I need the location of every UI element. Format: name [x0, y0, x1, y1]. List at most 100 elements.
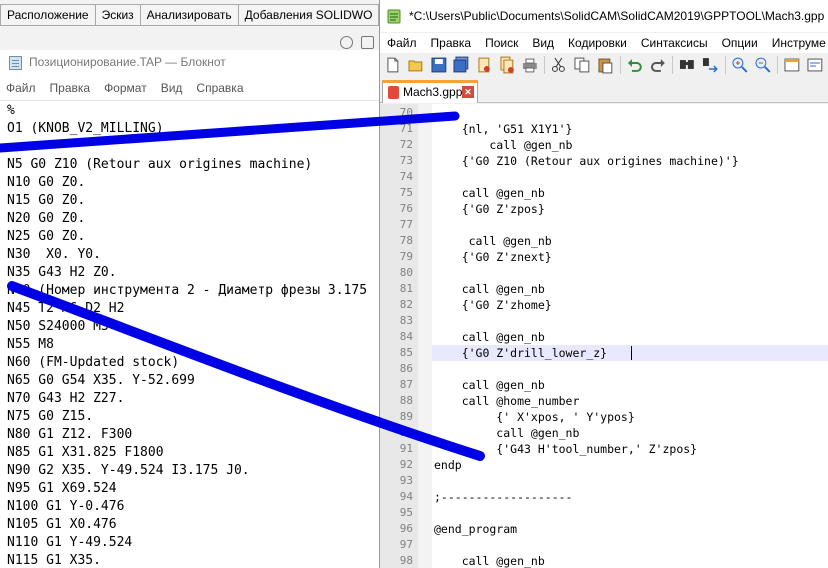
- notepad-text-line: O1 (KNOB_V2_MILLING): [7, 121, 164, 136]
- undo-icon[interactable]: [626, 56, 644, 74]
- notepadpp-menu-item[interactable]: Опции: [722, 33, 758, 53]
- line-number: 98: [399, 554, 413, 567]
- code-line: {'G0 Z'zhome}: [434, 298, 552, 312]
- code-line: {'G43 H'tool_number,' Z'zpos}: [434, 442, 698, 456]
- notepad-text-line: N20 G0 Z0.: [7, 211, 86, 226]
- notepadpp-tab-bar: Mach3.gpp ✕: [380, 78, 828, 103]
- notepadpp-menu-item[interactable]: Файл: [387, 33, 417, 53]
- close-all-icon[interactable]: [498, 56, 516, 74]
- notepadpp-toolbar: [380, 53, 828, 77]
- code-line: ;-------------------: [434, 490, 573, 504]
- notepad-text-line: N90 G2 X35. Y-49.524 I3.175 J0.: [7, 463, 250, 478]
- ribbon-tab[interactable]: Добавления SOLIDWO: [237, 4, 380, 26]
- copy-icon[interactable]: [573, 56, 591, 74]
- ribbon-tab[interactable]: Эскиз: [94, 4, 141, 26]
- line-number: 77: [399, 218, 413, 231]
- notepad-text-line: N95 G1 X69.524: [7, 481, 117, 496]
- cut-icon[interactable]: [550, 56, 568, 74]
- text-caret: [631, 346, 632, 360]
- zoom-out-icon[interactable]: [754, 56, 772, 74]
- line-number: 94: [399, 490, 413, 503]
- notepad-menu-item[interactable]: Вид: [161, 78, 183, 98]
- line-number: 80: [399, 266, 413, 279]
- line-number: 97: [399, 538, 413, 551]
- redo-icon[interactable]: [649, 56, 667, 74]
- code-line: call @gen_nb: [434, 234, 552, 248]
- open-file-icon[interactable]: [407, 56, 425, 74]
- close-tab-icon[interactable]: ✕: [462, 86, 474, 98]
- code-line: call @gen_nb: [434, 554, 545, 568]
- ribbon-tab[interactable]: Расположение: [0, 4, 96, 26]
- notepad-text-line: N45 T2 M6 D2 H2: [7, 301, 125, 316]
- toolbar-separator: [544, 56, 546, 74]
- notepadpp-window: *C:\Users\Public\Documents\SolidCAM\Soli…: [379, 0, 828, 568]
- code-line: {' X'xpos, ' Y'ypos}: [434, 410, 635, 424]
- notepad-text-area[interactable]: % O1 (KNOB_V2_MILLING) N5 G0 Z10 (Retour a…: [0, 100, 380, 568]
- notepadpp-menu-item[interactable]: Правка: [431, 33, 472, 53]
- view-box-icon[interactable]: [361, 36, 374, 49]
- find-icon[interactable]: [678, 56, 696, 74]
- replace-icon[interactable]: [701, 56, 719, 74]
- tab-mach3-gpp[interactable]: Mach3.gpp ✕: [382, 80, 478, 103]
- line-number: 74: [399, 170, 413, 183]
- notepad-text-line: N110 G1 Y-49.524: [7, 535, 133, 550]
- line-number: 91: [399, 442, 413, 455]
- line-number: 72: [399, 138, 413, 151]
- new-file-icon[interactable]: [384, 56, 402, 74]
- notepad-text-line: N30 X0. Y0.: [7, 247, 101, 262]
- notepadpp-menu-item[interactable]: Поиск: [485, 33, 518, 53]
- save-icon[interactable]: [430, 56, 448, 74]
- line-number: 75: [399, 186, 413, 199]
- notepadpp-menu-item[interactable]: Вид: [532, 33, 554, 53]
- notepadpp-menu-item[interactable]: Кодировки: [568, 33, 627, 53]
- word-wrap-icon[interactable]: [806, 56, 824, 74]
- solidworks-toolbar-icons: [340, 36, 374, 49]
- notepad-text-line: N115 G1 X35.: [7, 553, 101, 568]
- line-number: 88: [399, 394, 413, 407]
- close-file-icon[interactable]: [475, 56, 493, 74]
- line-number: 81: [399, 282, 413, 295]
- line-number: 79: [399, 250, 413, 263]
- ribbon-tab[interactable]: Анализировать: [139, 4, 239, 26]
- notepad-menu-item[interactable]: Файл: [6, 78, 36, 98]
- toolbar-separator: [724, 56, 726, 74]
- notepadpp-app-icon: [387, 9, 401, 24]
- view-orientation-icon[interactable]: [340, 36, 353, 49]
- line-number: 84: [399, 330, 413, 343]
- notepad-text-line: N35 G43 H2 Z0.: [7, 265, 117, 280]
- save-all-icon[interactable]: [452, 56, 470, 74]
- notepad-text-line: N60 (FM-Updated stock): [7, 355, 180, 370]
- fold-margin: [418, 104, 432, 568]
- notepad-menu-item[interactable]: Справка: [196, 78, 243, 98]
- code-line: call @gen_nb: [434, 330, 545, 344]
- notepad-text-line: N65 G0 G54 X35. Y-52.699: [7, 373, 195, 388]
- toolbar-separator: [777, 56, 779, 74]
- notepad-title-bar: Позиционирование.TAP — Блокнот: [0, 52, 380, 74]
- notepad-menu-item[interactable]: Правка: [50, 78, 91, 98]
- notepad-menu-item[interactable]: Формат: [104, 78, 147, 98]
- tab-label: Mach3.gpp: [403, 85, 463, 99]
- code-line: endp: [434, 458, 462, 472]
- notepad-menu-bar: Файл Правка Формат Вид Справка: [0, 78, 380, 98]
- notepadpp-editor[interactable]: 70 71 72 73 74 75 76 77 78 79 80 81 82 83 84 85 86 87 88 89…: [380, 104, 828, 568]
- print-icon[interactable]: [521, 56, 539, 74]
- notepad-text-line: N5 G0 Z10 (Retour aux origines machine): [7, 157, 313, 172]
- line-number: 90: [399, 426, 413, 439]
- notepad-text-line: %: [7, 103, 15, 118]
- notepadpp-title-bar: *C:\Users\Public\Documents\SolidCAM\Soli…: [380, 0, 828, 32]
- line-number: 87: [399, 378, 413, 391]
- line-number: 93: [399, 474, 413, 487]
- toolbar-separator: [619, 56, 621, 74]
- zoom-in-icon[interactable]: [731, 56, 749, 74]
- sync-scroll-icon[interactable]: [783, 56, 801, 74]
- notepad-text-line: N50 S24000 M3: [7, 319, 109, 334]
- paste-icon[interactable]: [596, 56, 614, 74]
- line-number: 73: [399, 154, 413, 167]
- notepadpp-window-title: *C:\Users\Public\Documents\SolidCAM\Soli…: [409, 9, 828, 23]
- notepadpp-menu-item[interactable]: Инструме: [772, 33, 826, 53]
- code-line: {'G0 Z'znext}: [434, 250, 552, 264]
- notepad-text-line: N80 G1 Z12. F300: [7, 427, 133, 442]
- code-line: call @gen_nb: [434, 378, 545, 392]
- notepadpp-menu-item[interactable]: Синтаксисы: [641, 33, 708, 53]
- line-number-gutter: 70 71 72 73 74 75 76 77 78 79 80 81 82 83 84 85 86 87 88 89…: [380, 104, 418, 568]
